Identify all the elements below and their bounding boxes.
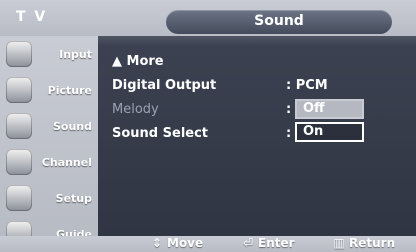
more-link[interactable]: ▲ More bbox=[112, 54, 164, 69]
sidebar-item-input[interactable]: Input bbox=[0, 36, 98, 72]
tab-title: Sound bbox=[254, 13, 304, 29]
top-bar: T V Sound bbox=[0, 0, 416, 36]
sound-select-colon: : bbox=[286, 126, 292, 141]
footer-move-label: Move bbox=[167, 236, 204, 250]
sidebar: Input Picture Sound Channel Setup Guide bbox=[0, 36, 98, 247]
option-off[interactable]: Off bbox=[295, 99, 364, 119]
melody-colon: : bbox=[286, 102, 292, 117]
footer-enter-label: Enter bbox=[258, 236, 295, 250]
sidebar-item-label: Input bbox=[59, 48, 92, 61]
tv-osd-frame: T V Sound Input Picture Sound Channel Se… bbox=[0, 0, 416, 252]
sidebar-item-setup[interactable]: Setup bbox=[0, 180, 98, 216]
sidebar-item-label: Sound bbox=[52, 120, 92, 133]
sidebar-item-channel[interactable]: Channel bbox=[0, 144, 98, 180]
footer-return: ▥ Return bbox=[333, 236, 395, 250]
footer-enter: ⏎ Enter bbox=[242, 236, 295, 250]
option-on[interactable]: On bbox=[295, 122, 364, 142]
sidebar-item-label: Setup bbox=[55, 192, 92, 205]
melody-label[interactable]: Melody bbox=[112, 102, 159, 117]
digital-output-label[interactable]: Digital Output bbox=[112, 78, 216, 93]
tab-sound[interactable]: Sound bbox=[166, 10, 392, 34]
move-arrows-icon: ⇕ bbox=[151, 236, 163, 250]
tv-label: T V bbox=[16, 9, 48, 25]
footer-hints: ⇕ Move ⏎ Enter ▥ Return bbox=[0, 236, 416, 252]
footer-move: ⇕ Move bbox=[151, 236, 203, 250]
sound-icon bbox=[6, 113, 32, 139]
sidebar-item-picture[interactable]: Picture bbox=[0, 72, 98, 108]
digital-output-value: : PCM bbox=[286, 78, 328, 93]
sidebar-item-label: Channel bbox=[41, 156, 92, 169]
input-icon bbox=[6, 41, 32, 67]
channel-icon bbox=[6, 149, 32, 175]
setup-icon bbox=[6, 185, 32, 211]
panel-shade bbox=[98, 36, 416, 46]
enter-icon: ⏎ bbox=[242, 236, 254, 250]
sidebar-item-sound[interactable]: Sound bbox=[0, 108, 98, 144]
sound-select-label[interactable]: Sound Select bbox=[112, 126, 208, 141]
sidebar-item-label: Picture bbox=[47, 84, 92, 97]
picture-icon bbox=[6, 77, 32, 103]
return-icon: ▥ bbox=[333, 236, 345, 250]
sound-menu-panel: ▲ More Digital Output : PCM Melody : Sou… bbox=[98, 36, 416, 236]
footer-return-label: Return bbox=[349, 236, 396, 250]
